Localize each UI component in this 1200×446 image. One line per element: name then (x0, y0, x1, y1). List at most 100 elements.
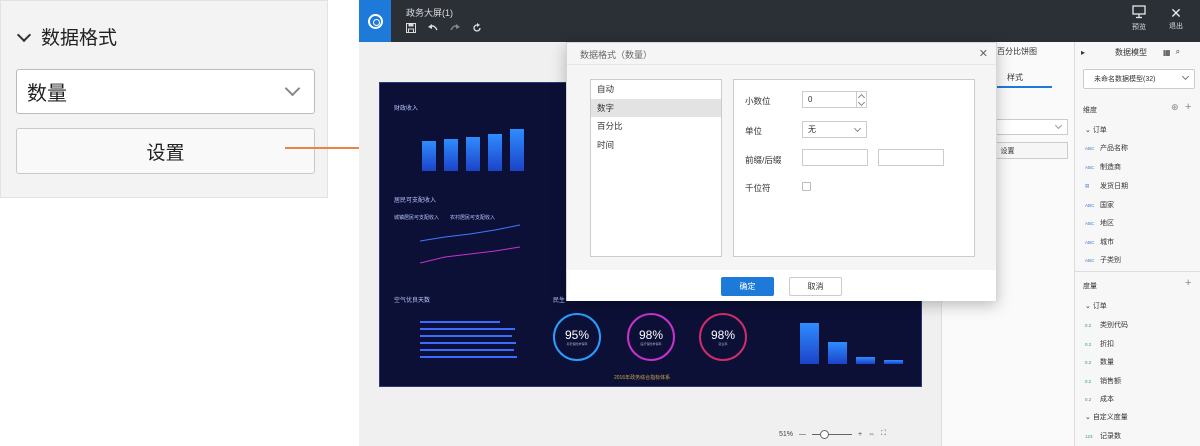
chevron-down-icon (853, 124, 862, 133)
screenshot-root: 数据格式 数量 设置 政务大屏(1) 预览 ✕ 退出 财政收入 居民可支配收入 … (0, 0, 1200, 446)
gauge-value: 98% (710, 328, 736, 342)
dashboard-footer: 2016年政务综合指标体系 (614, 375, 671, 381)
format-type-item-selected[interactable]: 数字 (591, 98, 721, 117)
chart-bar (800, 323, 819, 364)
suffix-input[interactable] (878, 149, 944, 166)
chart-bar (884, 360, 903, 364)
close-icon: ✕ (1170, 5, 1182, 21)
custom-measure-group[interactable]: ⌄ 自定义度量 (1085, 412, 1128, 422)
unit-select[interactable]: 无 (802, 121, 867, 138)
measure-name: 数量 (1100, 359, 1114, 366)
measure-item[interactable]: 0.2 类别代码 (1085, 320, 1128, 330)
measure-item[interactable]: 0.2 数量 (1085, 357, 1114, 367)
settings-button[interactable]: 设置 (16, 128, 315, 174)
format-type-item[interactable]: 自动 (591, 80, 721, 99)
dimension-item[interactable]: ABC 城市 (1085, 237, 1114, 247)
preview-button[interactable]: 预览 (1132, 5, 1146, 32)
zoom-out-icon[interactable]: — (799, 431, 806, 438)
redo-icon[interactable] (449, 22, 461, 34)
chart-bar (444, 139, 458, 171)
data-format-callout: 数据格式 数量 设置 (0, 0, 328, 198)
chevron-down-icon (284, 80, 301, 97)
dimension-item[interactable]: ▤ 发货日期 (1085, 181, 1128, 191)
chart-bar (422, 141, 436, 171)
thousands-separator-checkbox[interactable] (802, 182, 811, 191)
custom-measure-group-label: 自定义度量 (1092, 414, 1128, 421)
zoom-slider[interactable] (812, 429, 853, 439)
chart-bar (420, 342, 516, 344)
logo-icon (367, 13, 383, 29)
dimension-group[interactable]: ⌄ 订单 (1085, 125, 1107, 135)
tab-style[interactable]: 样式 (1007, 72, 1023, 83)
format-type-item[interactable]: 百分比 (591, 117, 721, 136)
chart-bar (466, 137, 480, 171)
chart-bar (420, 349, 514, 351)
dimension-name: 产品名称 (1100, 145, 1128, 152)
dimension-item[interactable]: ABC 子类别 (1085, 255, 1121, 265)
dimension-item[interactable]: ABC 国家 (1085, 200, 1114, 210)
zoom-in-icon[interactable]: + (858, 431, 862, 438)
data-model-title: 数据模型 (1115, 47, 1148, 57)
collapse-panel-icon[interactable]: ▸ (1081, 48, 1085, 57)
dimension-item[interactable]: ABC 产品名称 (1085, 143, 1128, 153)
format-type-item[interactable]: 时间 (591, 136, 721, 155)
number-type-icon: 0.2 (1085, 378, 1092, 384)
data-model-select-value: 未命名数据模型(32) (1094, 76, 1156, 83)
format-options-panel: 小数位 0 单位 无 前缀/后缀 千位符 (733, 79, 975, 257)
chevron-down-icon (16, 27, 32, 42)
text-type-icon: ABC (1085, 202, 1095, 208)
number-type-icon: 0.2 (1085, 359, 1092, 365)
dimension-item[interactable]: ABC 地区 (1085, 218, 1114, 228)
dimension-item[interactable]: ABC 制造商 (1085, 162, 1121, 172)
calendar-icon: ▤ (1085, 183, 1090, 188)
format-select[interactable]: 数量 (16, 69, 315, 114)
prefix-suffix-label: 前缀/后缀 (745, 155, 782, 165)
number-type-icon: 0.2 (1085, 396, 1092, 402)
measure-name: 记录数 (1100, 433, 1121, 440)
chart-bar (420, 328, 515, 330)
dashboard-panel-title: 居民可支配收入 (394, 198, 437, 204)
dimension-name: 发货日期 (1100, 183, 1128, 190)
app-logo[interactable] (359, 0, 391, 42)
add-icon[interactable]: + (1185, 101, 1191, 113)
chart-bar (488, 134, 502, 171)
income-line-chart (420, 224, 521, 264)
measure-item[interactable]: 0.2 销售额 (1085, 376, 1121, 386)
settings-icon[interactable]: ⊕ (1171, 102, 1179, 113)
stepper-arrows-icon[interactable] (856, 92, 866, 107)
zoom-slider-knob[interactable] (820, 429, 830, 439)
fit-screen-icon[interactable]: ⛶ (881, 430, 886, 438)
gauge-label: 就业率 (718, 342, 728, 346)
confirm-button[interactable]: 确定 (721, 277, 774, 296)
number-type-icon: 0.2 (1085, 341, 1092, 347)
measure-item[interactable]: 0.2 成本 (1085, 394, 1114, 404)
add-icon[interactable]: + (1185, 277, 1191, 289)
gauge-label: 养老保险参保率 (566, 342, 588, 346)
close-icon[interactable]: ✕ (979, 47, 988, 60)
refresh-icon[interactable] (471, 22, 483, 34)
undo-icon[interactable] (427, 22, 439, 34)
prefix-input[interactable] (802, 149, 868, 166)
search-icon[interactable]: ⌕ (1176, 47, 1180, 57)
decimal-places-stepper[interactable]: 0 (802, 91, 867, 108)
number-type-icon: 0.2 (1085, 322, 1092, 328)
gauge: 98% 医疗保险参保率 (627, 313, 675, 361)
chevron-down-icon (1054, 121, 1063, 130)
gauge-label: 医疗保险参保率 (640, 342, 662, 346)
measure-group[interactable]: ⌄ 订单 (1085, 301, 1107, 311)
table-icon[interactable]: ▦ (1163, 48, 1171, 57)
save-icon[interactable] (405, 22, 417, 34)
exit-button[interactable]: ✕ 退出 (1169, 5, 1183, 31)
data-format-header[interactable]: 数据格式 (16, 23, 117, 50)
data-model-panel: ▸ 数据模型 ▦ ⌕ 未命名数据模型(32) 维度 ⊕ + ⌄ 订单 ABC 产品… (1074, 42, 1200, 446)
chart-bar (510, 129, 524, 171)
cancel-button[interactable]: 取消 (789, 277, 842, 296)
format-type-list: 自动 数字 百分比 时间 (590, 79, 722, 257)
measure-item[interactable]: 123 记录数 (1085, 431, 1121, 441)
measure-item[interactable]: 0.2 折扣 (1085, 339, 1114, 349)
section-divider (1075, 271, 1200, 272)
data-model-select[interactable]: 未命名数据模型(32) (1083, 69, 1195, 89)
fit-width-icon[interactable]: ⇔ (868, 431, 875, 438)
dialog-footer: 确定 取消 (567, 270, 996, 301)
exit-label: 退出 (1169, 23, 1183, 30)
